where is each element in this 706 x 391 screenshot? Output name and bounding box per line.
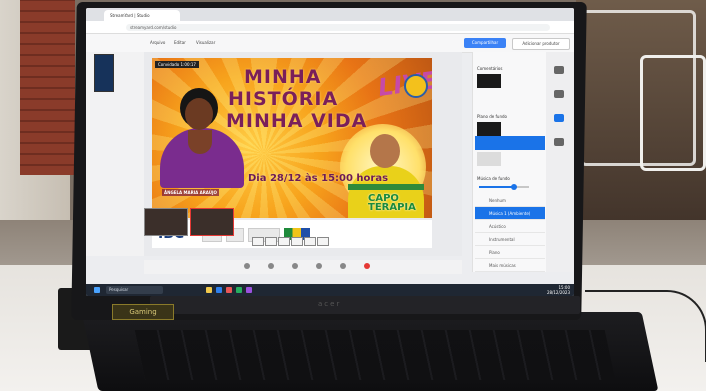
chrome-icon[interactable] — [226, 287, 232, 293]
background-option-1[interactable] — [477, 122, 501, 136]
file-explorer-icon[interactable] — [206, 287, 212, 293]
right-tool-rail — [546, 52, 574, 272]
menu-item-edit[interactable]: Editar — [174, 40, 186, 45]
windows-taskbar: Pesquisar 15:00 28/12/2023 — [86, 284, 574, 296]
mic-icon[interactable] — [244, 263, 250, 269]
photo-scene: acer Gaming StreamYard | Studio streamya… — [0, 0, 706, 391]
guest-name-label: ÂNGELA MARIA ARAÚJO — [162, 189, 219, 196]
music-item-5[interactable]: Piano — [475, 246, 545, 259]
volume-fill — [479, 186, 514, 188]
participant-strip — [144, 208, 324, 238]
app-header: Arquivo Editar Visualizar Compartilhar A… — [86, 34, 574, 53]
app-icon-2[interactable] — [246, 287, 252, 293]
event-date-text: Dia 28/12 às 15:00 horas — [248, 173, 389, 184]
music-volume-slider[interactable] — [479, 184, 529, 190]
background-room — [576, 0, 706, 240]
share-button[interactable]: Compartilhar — [464, 38, 506, 48]
layout-button-2[interactable] — [265, 237, 277, 246]
keyboard — [134, 330, 616, 380]
comment-avatar — [477, 74, 501, 88]
music-item-6[interactable]: Mais músicas — [475, 259, 545, 272]
menu-item-view[interactable]: Visualizar — [196, 40, 215, 45]
leave-studio-icon[interactable] — [364, 263, 370, 269]
live-stage-canvas: Convidado 1:00:17 MINHA HISTÓRIA MINHA V… — [152, 58, 432, 218]
browser-tab[interactable]: StreamYard | Studio — [104, 10, 180, 21]
background-option-2[interactable] — [477, 152, 501, 166]
laptop-sticker: Gaming — [112, 304, 174, 320]
laptop-bezel-bottom — [150, 296, 580, 314]
clock-date: 28/12/2023 — [546, 290, 570, 295]
browser-tab-bar: StreamYard | Studio — [86, 8, 574, 21]
music-item-3[interactable]: Acústico — [475, 220, 545, 233]
guest-neck — [188, 130, 212, 154]
laptop-brand-logo: acer — [318, 300, 342, 308]
layout-button-5[interactable] — [304, 237, 316, 246]
stage-timer-badge: Convidado 1:00:17 — [155, 61, 199, 68]
music-item-4[interactable]: Instrumental — [475, 233, 545, 246]
participant-thumbnail-2[interactable] — [190, 208, 234, 236]
capo-line-2: TERAPIA — [368, 202, 416, 213]
host-shirt-stripe — [348, 184, 424, 190]
laptop-screen: StreamYard | Studio streamyard.com/studi… — [86, 8, 574, 296]
url-field[interactable]: streamyard.com/studio — [126, 24, 550, 31]
invite-icon[interactable] — [340, 263, 346, 269]
volume-knob[interactable] — [511, 184, 517, 190]
music-item-1[interactable]: Nenhum — [475, 194, 545, 207]
left-sidebar — [86, 52, 144, 256]
add-producer-button[interactable]: Adicionar produtor — [512, 38, 570, 50]
layout-button-6[interactable] — [317, 237, 329, 246]
title-line-1: MINHA — [244, 66, 322, 88]
background-section-label: Plano de fundo — [477, 114, 507, 119]
studio-controls — [144, 260, 462, 274]
taskbar-clock: 15:00 28/12/2023 — [547, 285, 570, 295]
edge-icon[interactable] — [216, 287, 222, 293]
camera-thumbnail[interactable] — [94, 54, 114, 92]
brand-icon[interactable] — [554, 114, 564, 122]
layout-button-4[interactable] — [291, 237, 303, 246]
taskbar-search[interactable]: Pesquisar — [106, 286, 163, 294]
app-icon[interactable] — [236, 287, 242, 293]
participant-thumbnail-1[interactable] — [144, 208, 188, 236]
menu-item-file[interactable]: Arquivo — [150, 40, 165, 45]
music-section-label: Música de fundo — [477, 176, 510, 181]
plastic-chair-2 — [640, 55, 706, 171]
organization-seal-icon — [404, 74, 428, 98]
guest-face — [185, 98, 213, 130]
music-item-2[interactable]: Música 1 (Ambiente) — [475, 207, 545, 220]
comments-icon[interactable] — [554, 66, 564, 74]
comments-section-label: Comentários — [477, 66, 503, 71]
capoterapia-logo: CAPO TERAPIA — [368, 194, 416, 213]
brick-column — [20, 0, 75, 175]
windows-start-icon[interactable] — [94, 287, 100, 293]
banners-icon[interactable] — [554, 90, 564, 98]
browser-address-bar: streamyard.com/studio — [86, 21, 574, 34]
layout-button-3[interactable] — [278, 237, 290, 246]
chat-icon[interactable] — [554, 138, 564, 146]
layout-button-1[interactable] — [252, 237, 264, 246]
host-face — [370, 134, 400, 168]
camera-icon[interactable] — [268, 263, 274, 269]
settings-icon[interactable] — [292, 263, 298, 269]
background-option-selected[interactable] — [475, 136, 545, 150]
right-settings-panel: Comentários Plano de fundo Música de fun… — [472, 52, 547, 272]
share-screen-icon[interactable] — [316, 263, 322, 269]
guest-photo — [158, 88, 246, 198]
